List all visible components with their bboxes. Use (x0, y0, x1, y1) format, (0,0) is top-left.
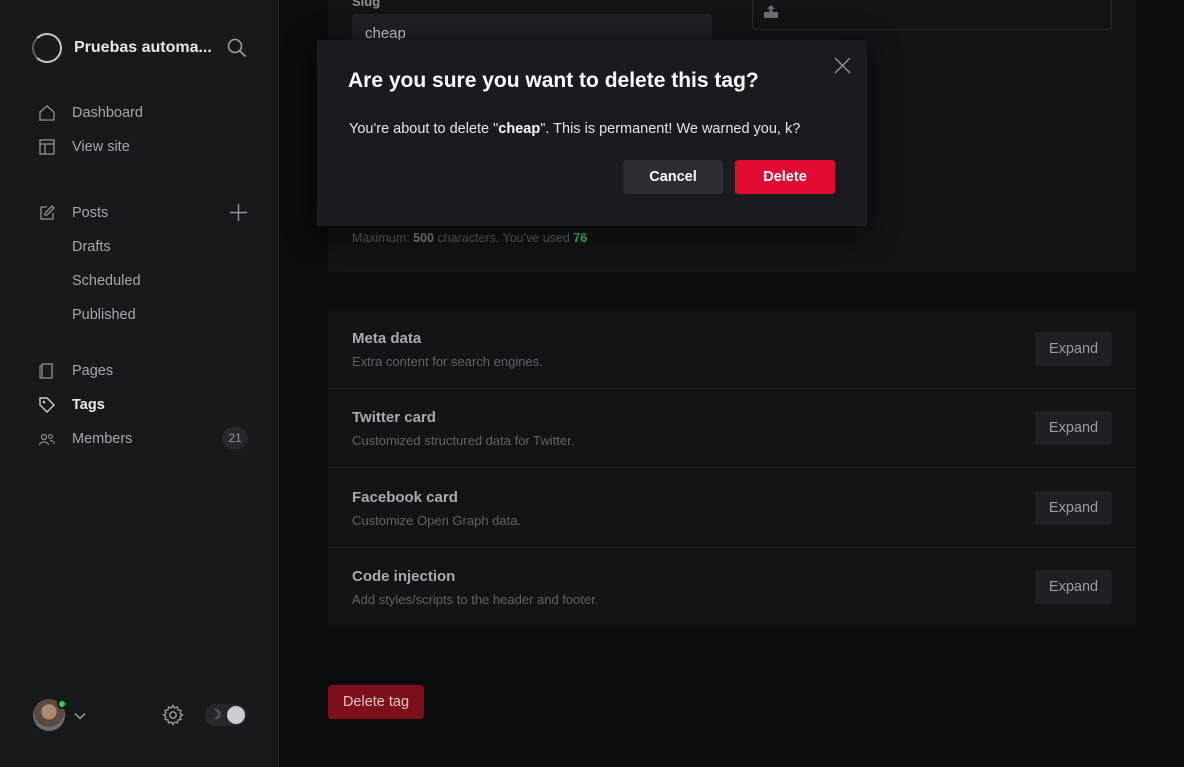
theme-toggle[interactable]: ☽ (205, 704, 247, 726)
sidebar-item-scheduled[interactable]: Scheduled (72, 269, 141, 293)
section-facebook-card: Facebook card Customize Open Graph data.… (328, 469, 1136, 548)
expand-button-facebook-card[interactable]: Expand (1035, 491, 1112, 525)
toggle-knob (227, 706, 245, 724)
hint-used: 76 (573, 231, 588, 245)
home-icon (38, 104, 56, 122)
site-name: Pruebas automa... (74, 39, 212, 56)
page-icon (38, 362, 56, 380)
members-count-badge: 21 (222, 427, 248, 449)
chevron-down-icon[interactable] (74, 709, 86, 721)
message-prefix: You're about to delete " (349, 121, 499, 137)
logo-icon (32, 33, 62, 63)
moon-icon: ☽ (210, 707, 222, 722)
sidebar-item-label: Published (72, 307, 136, 323)
plus-icon[interactable] (229, 203, 248, 222)
hint-max: 500 (413, 231, 434, 245)
delete-tag-button[interactable]: Delete tag (328, 685, 424, 719)
layout-icon (38, 138, 56, 156)
sidebar-item-label: Drafts (72, 239, 111, 255)
sidebar-item-label: Scheduled (72, 273, 141, 289)
sidebar-item-label: View site (72, 139, 130, 155)
online-status-dot (57, 699, 67, 709)
section-code-injection: Code injection Add styles/scripts to the… (328, 548, 1136, 627)
section-meta-data: Meta data Extra content for search engin… (328, 310, 1136, 389)
section-title: Facebook card (352, 489, 458, 506)
sidebar-item-published[interactable]: Published (72, 303, 136, 327)
edit-icon (38, 204, 56, 222)
expand-button-code-injection[interactable]: Expand (1035, 570, 1112, 604)
cancel-button[interactable]: Cancel (623, 160, 723, 194)
section-title: Code injection (352, 568, 456, 585)
section-description: Add styles/scripts to the header and foo… (352, 592, 599, 607)
message-suffix: ". This is permanent! We warned you, k? (540, 121, 801, 137)
sidebar-item-label: Members (72, 431, 133, 447)
search-icon[interactable] (226, 37, 248, 59)
sidebar-item-view-site[interactable]: View site (38, 135, 130, 159)
hint-mid: characters. You've used (433, 231, 574, 245)
modal-title: Are you sure you want to delete this tag… (348, 69, 759, 92)
divider (328, 467, 1136, 468)
hint-prefix: Maximum: (352, 231, 414, 245)
sidebar-item-posts[interactable]: Posts (38, 201, 108, 225)
upload-icon (763, 5, 779, 19)
expand-button-twitter-card[interactable]: Expand (1035, 411, 1112, 445)
delete-confirmation-modal: Are you sure you want to delete this tag… (317, 40, 867, 226)
brand[interactable]: Pruebas automa... (32, 32, 214, 64)
sidebar-item-pages[interactable]: Pages (38, 359, 113, 383)
section-title: Meta data (352, 330, 422, 347)
sidebar-item-label: Tags (72, 397, 105, 413)
character-count-hint: Maximum: 500 characters. You've used 76 (352, 231, 587, 245)
sidebar-item-label: Pages (72, 363, 114, 379)
modal-message: You're about to delete "cheap". This is … (349, 121, 800, 137)
sidebar: Pruebas automa... Dashboard View site Po… (0, 0, 279, 767)
sidebar-item-dashboard[interactable]: Dashboard (38, 101, 143, 125)
expand-button-meta-data[interactable]: Expand (1035, 332, 1112, 366)
sidebar-item-label: Dashboard (72, 105, 143, 121)
tag-image-upload[interactable] (752, 0, 1112, 30)
delete-button[interactable]: Delete (735, 160, 835, 194)
sidebar-item-drafts[interactable]: Drafts (72, 235, 111, 259)
tag-icon (38, 396, 56, 414)
sidebar-item-members[interactable]: Members (38, 427, 132, 451)
slug-label: Slug (352, 0, 381, 9)
section-description: Extra content for search engines. (352, 354, 543, 369)
users-icon (38, 430, 56, 448)
close-icon[interactable] (834, 57, 851, 74)
section-description: Customize Open Graph data. (352, 513, 522, 528)
sidebar-item-label: Posts (72, 205, 109, 221)
sidebar-item-tags[interactable]: Tags (38, 393, 105, 417)
section-title: Twitter card (352, 409, 436, 426)
gear-icon[interactable] (162, 704, 184, 726)
section-twitter-card: Twitter card Customized structured data … (328, 389, 1136, 468)
app: Pruebas automa... Dashboard View site Po… (0, 0, 1184, 767)
message-tag-name: cheap (498, 121, 541, 137)
section-description: Customized structured data for Twitter. (352, 433, 575, 448)
